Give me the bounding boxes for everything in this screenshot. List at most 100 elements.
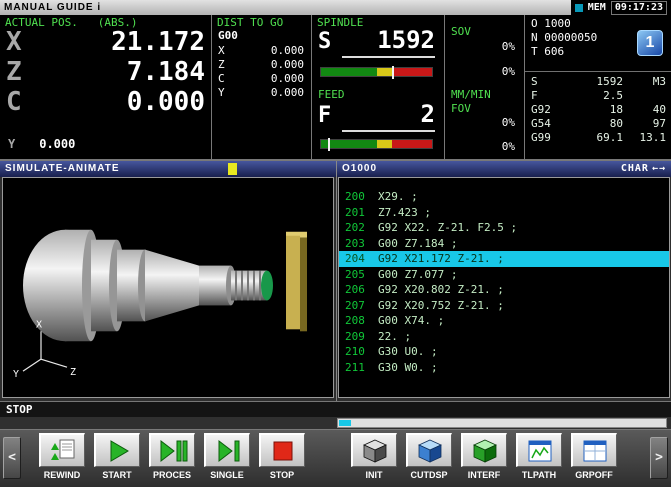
softkey-page-prev-button[interactable]: < (3, 437, 21, 479)
spindle-letter: S (318, 29, 331, 55)
program-titlebar: O1000 CHAR ←→ (337, 161, 671, 177)
feed-letter: F (318, 103, 331, 129)
app-title: MANUAL GUIDE i (0, 0, 101, 15)
gauge-marker (392, 66, 394, 79)
axis-row-y: Y 0.000 (8, 137, 75, 151)
dist-row-x: X 0.000 (218, 44, 304, 57)
axis-label-y: Y (13, 369, 19, 380)
single-block-icon (214, 438, 242, 464)
feed-unit-label: MM/MIN (451, 88, 491, 101)
axis-label-z: Z (70, 367, 76, 378)
clock: 09:17:23 (611, 1, 667, 15)
axis-label-x: X (36, 319, 42, 330)
fov-percent: 0% (502, 116, 515, 129)
axis-value: 0.000 (271, 72, 304, 85)
program-panel: O1000 CHAR ←→ 200X29. ; 201Z7.423 ; 202G… (336, 161, 671, 401)
program-line: 202G92 X22. Z-21. F2.5 ; (339, 220, 669, 236)
simulation-cursor-block (228, 163, 237, 175)
spindle-load-gauge (320, 67, 433, 77)
axis-value: 0.000 (39, 137, 75, 151)
scrollbar-thumb[interactable] (339, 420, 351, 426)
program-title: O1000 (342, 161, 377, 177)
dist-row-c: C 0.000 (218, 72, 304, 85)
axis-row-z: Z 7.184 (6, 57, 205, 87)
stop-button[interactable]: STOP (257, 433, 307, 487)
axis-value: 0.000 (22, 87, 205, 117)
axis-letter: Y (8, 137, 15, 151)
axis-letter: Z (6, 57, 22, 87)
program-line: 211G30 W0. ; (339, 360, 669, 376)
mode-indicator-icon (575, 4, 583, 12)
modal-row-g54: G54 80 97 (531, 117, 666, 130)
start-button[interactable]: START (92, 433, 142, 487)
status-bar: STOP (0, 401, 671, 417)
modal-row-f: F 2.5 (531, 89, 666, 102)
char-cursor-indicator: CHAR ←→ (621, 161, 666, 177)
init-cube-icon (361, 438, 389, 464)
program-line: 200X29. ; (339, 189, 669, 205)
feed-underline (342, 130, 435, 132)
program-line-highlighted: 204G92 X21.172 Z-21. ; (339, 251, 669, 267)
cut-display-button[interactable]: CUTDSP (404, 433, 454, 487)
sequence-number: N 00000050 (531, 31, 597, 44)
rewind-icon (49, 438, 77, 464)
cnc-manual-guide-screen: MANUAL GUIDE i MEM 09:17:23 ACTUAL POS. … (0, 0, 671, 487)
fov-percent-2: 0% (502, 140, 515, 153)
machine-status-text: STOP (6, 403, 33, 416)
tool-number: T 606 (531, 45, 564, 58)
spindle-underline (342, 56, 435, 58)
simulation-3d-view: X Y Z (3, 178, 333, 397)
axis-letter: X (6, 27, 22, 57)
info-divider (525, 71, 671, 72)
dist-row-y: Y 0.000 (218, 86, 304, 99)
cut-display-cube-icon (416, 438, 444, 464)
program-line: 203G00 Z7.184 ; (339, 236, 669, 252)
override-panel: SOV 0% 0% MM/MIN FOV 0% 0% (445, 15, 525, 159)
simulation-panel: SIMULATE-ANIMATE (0, 161, 336, 401)
program-line: 206G92 X20.802 Z-21. ; (339, 282, 669, 298)
mode-badge: MEM (588, 2, 606, 13)
axis-letter: Z (218, 58, 225, 71)
titlebar: MANUAL GUIDE i MEM 09:17:23 (0, 0, 671, 15)
sov-percent-2: 0% (502, 65, 515, 78)
gauge-marker (328, 138, 330, 151)
rewind-button[interactable]: REWIND (37, 433, 87, 487)
program-line: 201Z7.423 ; (339, 205, 669, 221)
program-horizontal-scrollbar[interactable] (337, 418, 667, 428)
axis-row-c: C 0.000 (6, 87, 205, 117)
spindle-feed-panel: SPINDLE S 1592 FEED F 2 (312, 15, 445, 159)
axis-value: 7.184 (22, 57, 205, 87)
interference-cube-icon (471, 438, 499, 464)
modal-row-s: S 1592 M3 (531, 75, 666, 88)
softkey-page-next-button[interactable]: > (650, 437, 668, 479)
process-button[interactable]: PROCES (147, 433, 197, 487)
titlebar-status: MEM 09:17:23 (571, 0, 671, 15)
active-tool-tile: 1 (637, 30, 663, 56)
fov-label: FOV (451, 102, 471, 115)
interference-button[interactable]: INTERF (459, 433, 509, 487)
program-info-panel: O 1000 N 00000050 T 606 1 S 1592 M3 F 2.… (525, 15, 671, 159)
sov-percent: 0% (502, 40, 515, 53)
single-block-button[interactable]: SINGLE (202, 433, 252, 487)
simulation-titlebar: SIMULATE-ANIMATE (0, 161, 336, 177)
left-right-arrows-icon: ←→ (652, 161, 666, 177)
feed-header: FEED (318, 88, 345, 101)
tool-path-button[interactable]: TLPATH (514, 433, 564, 487)
axis-letter: Y (218, 86, 225, 99)
program-number: O 1000 (531, 17, 571, 30)
dist-to-go-panel: DIST TO GO G00 X 0.000 Z 0.000 C 0.000 Y… (212, 15, 312, 159)
program-line: 208G00 X74. ; (339, 313, 669, 329)
stop-icon (269, 438, 297, 464)
program-listing: 200X29. ; 201Z7.423 ; 202G92 X22. Z-21. … (338, 177, 670, 398)
start-icon (104, 438, 132, 464)
init-button[interactable]: INIT (349, 433, 399, 487)
spindle-speed-value: 1592 (331, 27, 435, 53)
scrollbar-row (0, 417, 671, 429)
sov-label: SOV (451, 25, 471, 38)
gauge-yellow-segment (377, 68, 393, 76)
machine-data-panel: ACTUAL POS. (ABS.) X 21.172 Z 7.184 C 0.… (0, 15, 671, 161)
program-line: 210G30 U0. ; (339, 344, 669, 360)
dist-row-z: Z 0.000 (218, 58, 304, 71)
modal-row-g99: G99 69.1 13.1 (531, 131, 666, 144)
graph-off-button[interactable]: GRPOFF (569, 433, 619, 487)
